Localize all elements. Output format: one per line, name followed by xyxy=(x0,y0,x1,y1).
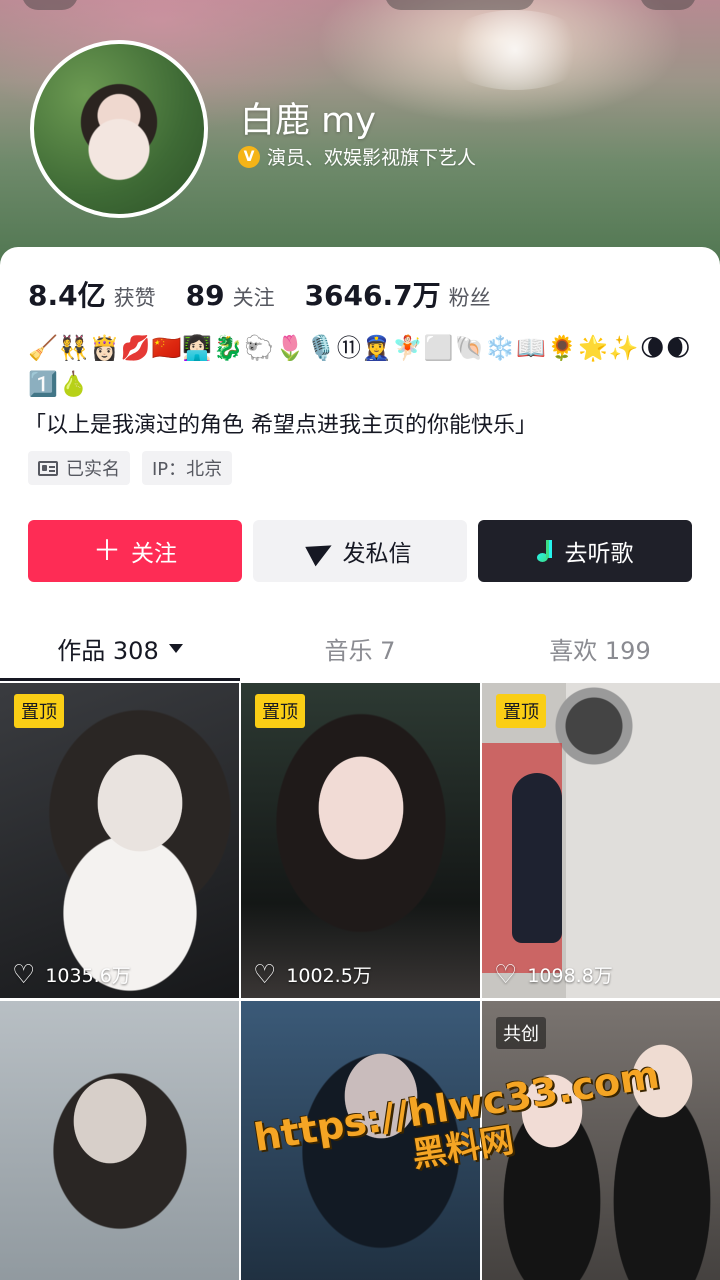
video-thumbnail[interactable]: 置顶 ♡ 1098.8万 xyxy=(482,683,720,998)
co-creation-badge: 共创 xyxy=(496,1017,546,1049)
stat-number: 89 xyxy=(185,279,225,312)
content-tabs: 作品 308 音乐 7 喜欢 199 xyxy=(0,615,720,681)
tab-works[interactable]: 作品 308 xyxy=(0,615,240,681)
verification-row: V 演员、欢娱影视旗下艺人 xyxy=(238,143,476,170)
stat-following[interactable]: 89 关注 xyxy=(186,279,275,312)
tag-ip-location: IP：北京 xyxy=(142,451,233,485)
message-button[interactable]: 发私信 xyxy=(253,520,467,582)
like-count: ♡ 1002.5万 xyxy=(253,961,372,988)
like-count-value: 1035.6万 xyxy=(45,965,131,987)
stat-label: 关注 xyxy=(232,286,275,310)
tag-label: 已实名 xyxy=(66,459,120,480)
stat-number: 8.4亿 xyxy=(28,279,106,312)
tab-likes[interactable]: 喜欢 199 xyxy=(480,615,720,681)
stats-row: 8.4亿 获赞 89 关注 3646.7万 粉丝 xyxy=(28,274,521,314)
like-count-value: 1098.8万 xyxy=(527,965,613,987)
tab-label: 作品 308 xyxy=(57,636,159,665)
verified-icon: V xyxy=(238,145,260,168)
stat-label: 粉丝 xyxy=(448,286,491,310)
like-count-value: 1002.5万 xyxy=(286,965,372,987)
stat-likes[interactable]: 8.4亿 获赞 xyxy=(28,274,156,314)
stat-label: 获赞 xyxy=(113,286,156,310)
heart-icon: ♡ xyxy=(253,959,277,990)
more-button[interactable] xyxy=(640,0,696,10)
plus-icon: ＋ xyxy=(92,534,121,567)
thumbnail-figure xyxy=(512,773,562,943)
music-note-icon xyxy=(536,540,555,562)
video-thumbnail[interactable] xyxy=(0,1001,239,1280)
tab-label: 音乐 7 xyxy=(324,636,396,665)
avatar[interactable] xyxy=(30,40,208,218)
profile-banner: 白鹿 my V 演员、欢娱影视旗下艺人 xyxy=(0,0,720,270)
back-button[interactable] xyxy=(22,0,78,10)
listen-music-button[interactable]: 去听歌 xyxy=(478,520,692,582)
profile-tags: 已实名 IP：北京 xyxy=(28,451,233,485)
heart-icon: ♡ xyxy=(12,959,36,990)
stat-number: 3646.7万 xyxy=(304,279,441,312)
message-label: 发私信 xyxy=(342,541,412,567)
banner-sparkle xyxy=(440,10,590,90)
tag-label: IP：北京 xyxy=(152,459,223,480)
username: 白鹿 my xyxy=(240,101,376,141)
pinned-badge: 置顶 xyxy=(14,694,64,728)
bio-emojis: 🧹👯👸🏻💋🇨🇳👩🏻‍💻🐉🐑🌷🎙️⑪👮‍♀️🧚🏻⬜🐚❄️📖🌻🌟✨🌘🌒1️⃣🍐 xyxy=(28,334,692,398)
video-thumbnail[interactable]: 置顶 ♡ 1035.6万 xyxy=(0,683,239,998)
tag-verified-identity: 已实名 xyxy=(28,451,130,485)
video-grid: 置顶 ♡ 1035.6万 置顶 ♡ 1002.5万 置顶 ♡ 1098.8万 共… xyxy=(0,683,720,1280)
pinned-badge: 置顶 xyxy=(255,694,305,728)
send-icon xyxy=(304,535,337,567)
tab-music[interactable]: 音乐 7 xyxy=(240,615,480,681)
stat-followers[interactable]: 3646.7万 粉丝 xyxy=(305,274,491,314)
follow-label: 关注 xyxy=(131,541,177,567)
music-label: 去听歌 xyxy=(564,541,634,567)
video-thumbnail[interactable]: 置顶 ♡ 1002.5万 xyxy=(241,683,480,998)
caret-down-icon xyxy=(168,643,183,653)
like-count: ♡ 1035.6万 xyxy=(12,961,131,988)
heart-icon: ♡ xyxy=(494,959,518,990)
tab-label: 喜欢 199 xyxy=(549,636,651,665)
id-card-icon xyxy=(38,460,58,476)
action-buttons: ＋ 关注 发私信 去听歌 xyxy=(28,520,692,582)
search-pill[interactable] xyxy=(385,0,535,10)
bio-text: 「以上是我演过的角色 希望点进我主页的你能快乐」 xyxy=(24,413,537,438)
follow-button[interactable]: ＋ 关注 xyxy=(28,520,242,582)
like-count: ♡ 1098.8万 xyxy=(494,961,613,988)
verification-text: 演员、欢娱影视旗下艺人 xyxy=(267,147,477,169)
pinned-badge: 置顶 xyxy=(496,694,546,728)
